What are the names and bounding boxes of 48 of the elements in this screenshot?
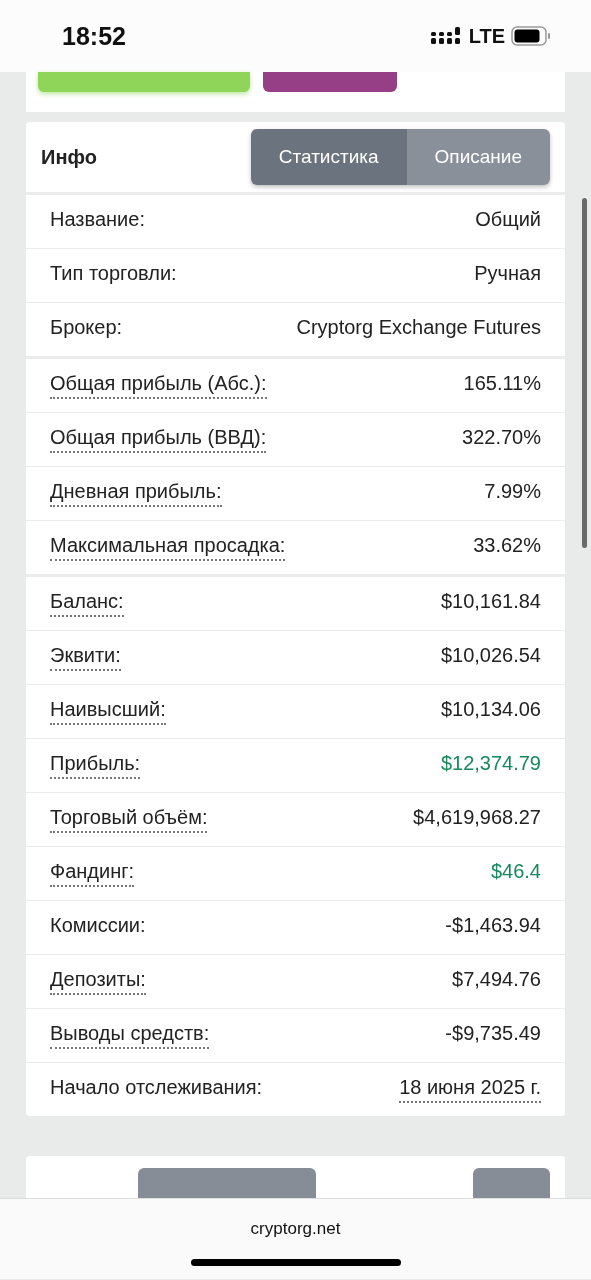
home-indicator[interactable] [190, 1259, 401, 1266]
stat-label: Наивысший: [50, 698, 166, 725]
stat-label: Тип торговли: [50, 262, 177, 286]
stat-label: Депозиты: [50, 968, 146, 995]
stat-value: $10,134.06 [440, 698, 541, 722]
tab[interactable]: Статистика [250, 129, 407, 185]
stat-label: Эквити: [50, 644, 121, 671]
stat-label: Брокер: [50, 316, 123, 340]
url-label[interactable]: cryptorg.net [250, 1219, 341, 1239]
stat-label: Дневная прибыль: [50, 480, 222, 507]
stat-label: Баланс: [50, 590, 124, 617]
metric-dropdown[interactable] [138, 1168, 316, 1198]
tab[interactable]: Описание [406, 129, 550, 185]
stat-value: $46.4 [490, 860, 541, 884]
stat-value: Общий [475, 208, 541, 232]
stat-value: -$9,735.49 [445, 1022, 541, 1046]
stat-label: Торговый объём: [50, 806, 208, 833]
stat-label: Фандинг: [50, 860, 135, 887]
stat-value: -$1,463.94 [445, 914, 541, 938]
stat-value: $7,494.76 [452, 968, 541, 992]
action-button[interactable] [263, 72, 397, 92]
stat-value: $10,161.84 [440, 590, 541, 614]
battery-icon [511, 26, 551, 46]
network-label: LTE [468, 24, 505, 48]
stat-value: 165.11% [463, 372, 541, 396]
signal-icon [430, 27, 463, 45]
action-button[interactable] [38, 72, 250, 92]
stat-value: Cryptorg Exchange Futures [296, 316, 541, 340]
stat-value: Ручная [474, 262, 541, 286]
card-title: Инфо [41, 145, 97, 169]
stat-label: Начало отслеживания: [50, 1076, 263, 1100]
stat-value: 322.70% [462, 426, 541, 450]
scrollbar[interactable] [582, 198, 587, 548]
refresh-button[interactable] [473, 1168, 550, 1198]
stat-label: Выводы средств: [50, 1022, 210, 1049]
stat-label: Комиссии: [50, 914, 146, 938]
status-time: 18:52 [62, 21, 126, 51]
stat-value: $4,619,968.27 [413, 806, 541, 830]
stat-label: Название: [50, 208, 145, 232]
stat-value: 33.62% [473, 534, 541, 558]
stat-label: Общая прибыль (ВВД): [50, 426, 267, 453]
stat-label: Максимальная просадка: [50, 534, 286, 561]
stat-value: $10,026.54 [440, 644, 541, 668]
stat-label: Прибыль: [50, 752, 141, 779]
stat-value: $12,374.79 [440, 752, 541, 776]
stat-value: 18 июня 2025 г. [399, 1076, 541, 1103]
stat-value: 7.99% [484, 480, 541, 504]
stat-label: Общая прибыль (Абс.): [50, 372, 267, 399]
